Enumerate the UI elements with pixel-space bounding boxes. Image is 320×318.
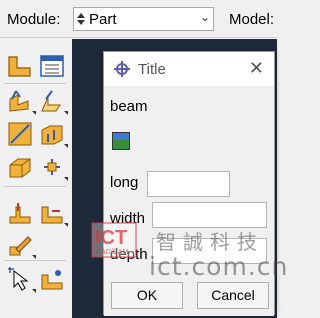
create-part-icon[interactable] <box>6 52 34 80</box>
module-value: Part <box>89 11 117 28</box>
module-toolbar: Module: Part ⌄ Model: <box>0 0 277 38</box>
edit-feature-icon[interactable] <box>6 231 36 259</box>
module-label: Module: <box>7 11 61 28</box>
close-icon[interactable]: ✕ <box>249 58 264 79</box>
depth-input[interactable] <box>152 238 267 264</box>
model-label: Model: <box>229 11 275 28</box>
partition-face-icon[interactable] <box>6 199 34 227</box>
long-input[interactable] <box>147 171 230 197</box>
dialog-titlebar[interactable]: Title ✕ <box>104 52 274 86</box>
chevron-down-icon[interactable]: ⌄ <box>200 10 210 24</box>
parameter-dialog: Title ✕ beam long width depth OK Cancel <box>103 51 275 316</box>
create-solid-extrude-icon[interactable] <box>6 87 36 115</box>
create-reference-icon[interactable] <box>38 265 66 293</box>
toolbox-separator <box>4 260 66 261</box>
create-round-icon[interactable] <box>6 153 34 181</box>
partition-edge-icon[interactable] <box>38 199 68 227</box>
toolbox <box>0 39 72 318</box>
module-select[interactable]: Part ⌄ <box>73 7 214 31</box>
long-label: long <box>110 174 139 191</box>
depth-label: depth <box>110 246 148 263</box>
landscape-image-icon <box>112 132 130 150</box>
toolbox-separator <box>4 83 66 84</box>
module-spinner-icon[interactable] <box>77 11 85 27</box>
toolbox-separator <box>4 186 66 187</box>
select-query-icon[interactable] <box>6 265 36 293</box>
abaqus-app-icon <box>114 61 130 77</box>
dialog-title: Title <box>138 61 166 78</box>
cancel-button[interactable]: Cancel <box>197 282 269 309</box>
ok-button[interactable]: OK <box>111 282 183 309</box>
part-manager-icon[interactable] <box>38 52 66 80</box>
width-label: width <box>110 210 146 227</box>
width-input[interactable] <box>152 202 267 228</box>
create-wire-icon[interactable] <box>6 120 34 148</box>
create-datum-icon[interactable] <box>38 153 68 181</box>
create-cut-icon[interactable] <box>38 120 68 148</box>
beam-label: beam <box>110 98 148 115</box>
create-shell-icon[interactable] <box>38 87 68 115</box>
